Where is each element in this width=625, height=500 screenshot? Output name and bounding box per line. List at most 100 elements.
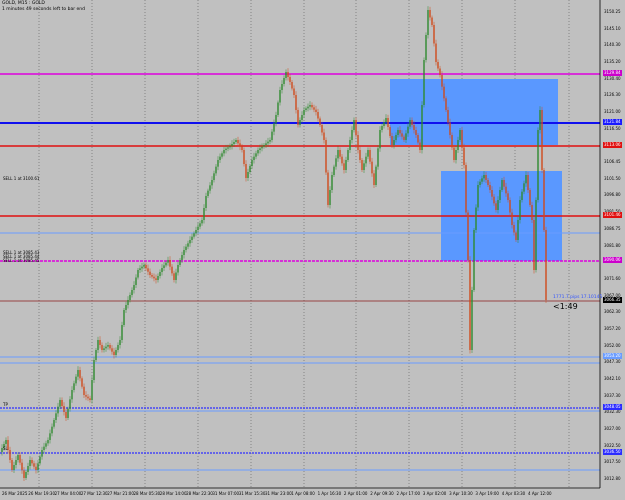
candle [249,164,251,174]
candle [543,168,545,232]
candle [13,461,15,473]
candle [49,429,51,444]
candle [149,268,151,278]
candle [455,146,457,164]
sell-limit-label: SELL 1 at 3100.61 [3,176,40,181]
candle [285,69,287,81]
time-axis-label: 1 Apr 08:00 [291,491,315,496]
candle [329,186,331,209]
candle [217,156,219,171]
candle [145,262,147,271]
candle [157,273,159,283]
candle [303,106,305,118]
candle [201,217,203,226]
candle [463,143,465,169]
candle [31,457,33,466]
price-tag: 3101.46 [603,212,622,218]
price-tag: 3090.06 [603,257,622,263]
candle [11,458,13,472]
chart-window[interactable]: GOLD, M15 : GOLD 1 minutes 49 seconds le… [0,0,625,500]
candle [335,155,337,170]
candle [117,342,119,353]
candle [257,147,259,156]
price-axis-label: 3027.00 [604,425,621,431]
candle [341,154,343,166]
price-axis-label: 3012.80 [604,476,621,481]
candle [425,32,427,63]
candle [109,343,111,351]
candle [327,169,329,208]
candle [301,111,303,124]
candle [161,264,163,276]
candle [53,418,55,429]
price-tag: 3036.50 [603,449,622,455]
candle [529,188,531,207]
candle [239,139,241,151]
candle [33,460,35,470]
candle [263,143,265,149]
candle [371,157,373,177]
time-axis-label: 28 Mar 14:00 [159,491,187,496]
candle [247,168,249,181]
candle [43,442,45,454]
supply-zone-upper [390,79,558,145]
candle [169,256,171,271]
time-axis-label: 28 Mar 05:30 [133,491,161,496]
fib-measure-text: 1771.7 pips 17.10145 [553,295,603,300]
candle [35,462,37,474]
candle [131,287,133,298]
price-tag: 3053.20 [603,353,622,359]
candle [269,137,271,145]
candle [221,151,223,159]
candle [167,256,169,266]
candle [253,152,255,164]
price-axis-label: 3022.50 [604,442,621,448]
candle [305,106,307,112]
candle [355,117,357,138]
price-tag: 3066.35 [603,297,622,303]
candle [277,100,279,117]
candle [339,147,341,160]
order-label-3: SELL 1 at 3085.45 [3,258,40,263]
candle [87,394,89,401]
candle [265,140,267,148]
price-tag: 3113.06 [603,142,622,148]
candle [377,145,379,170]
candle [445,96,447,112]
candle [91,376,93,404]
candle [517,216,519,243]
candle [193,231,195,239]
candle [231,140,233,150]
time-axis-label: 2 Apr 09:30 [370,491,394,496]
chart-symbol-title: GOLD, M15 : GOLD [2,1,45,6]
candle [15,456,17,469]
candle [173,270,175,283]
candle [37,460,39,473]
candle [195,226,197,237]
candle [431,15,433,27]
candle [41,446,43,460]
candle [365,152,367,167]
candle [115,347,117,358]
candle [437,59,439,71]
price-axis-label: 3145.10 [604,25,621,31]
candle [137,268,139,280]
candle [461,126,463,151]
candle [73,380,75,393]
candle [71,386,73,403]
price-axis-label: 3121.00 [604,109,621,115]
candle [387,114,389,130]
candle [27,462,29,475]
candle [81,376,83,389]
candle [75,374,77,386]
candle [323,128,325,144]
time-axis-label: 31 Mar 15:30 [238,491,266,496]
price-chart[interactable] [0,0,625,500]
candle [361,158,363,172]
price-axis-label: 3135.20 [604,59,621,65]
bar-countdown: <1:49 [553,302,578,311]
candle [125,301,127,313]
time-axis-label: 1 Apr 16:30 [317,491,342,496]
candle [63,402,65,416]
price-axis-label: 3071.60 [604,275,621,281]
